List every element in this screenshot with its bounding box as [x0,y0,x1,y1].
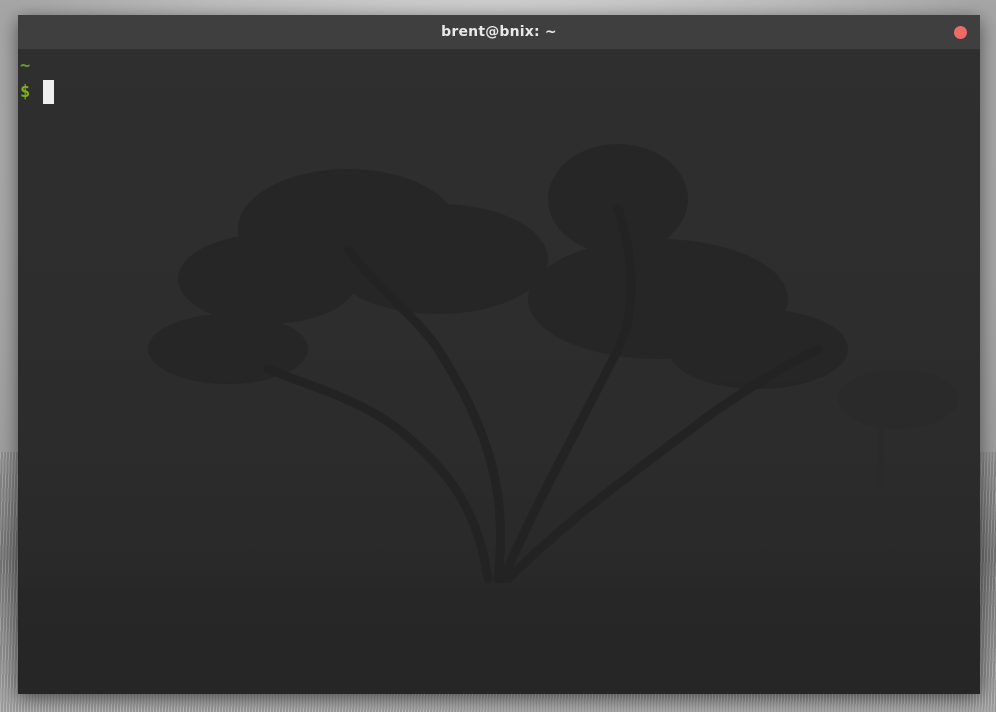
terminal-area[interactable]: ~ $ [18,49,980,694]
current-directory: ~ [20,56,31,76]
terminal-window[interactable]: brent@bnix: ~ ~ $ [18,15,980,694]
close-icon[interactable] [954,26,967,39]
prompt-line[interactable]: $ [20,79,55,105]
cwd-line: ~ [20,53,54,79]
window-title: brent@bnix: ~ [441,24,557,40]
terminal-output: ~ $ [20,53,55,105]
text-cursor [43,80,55,104]
title-bar[interactable]: brent@bnix: ~ [18,15,980,49]
prompt-symbol: $ [20,82,31,102]
terminal-background-image [18,49,980,694]
